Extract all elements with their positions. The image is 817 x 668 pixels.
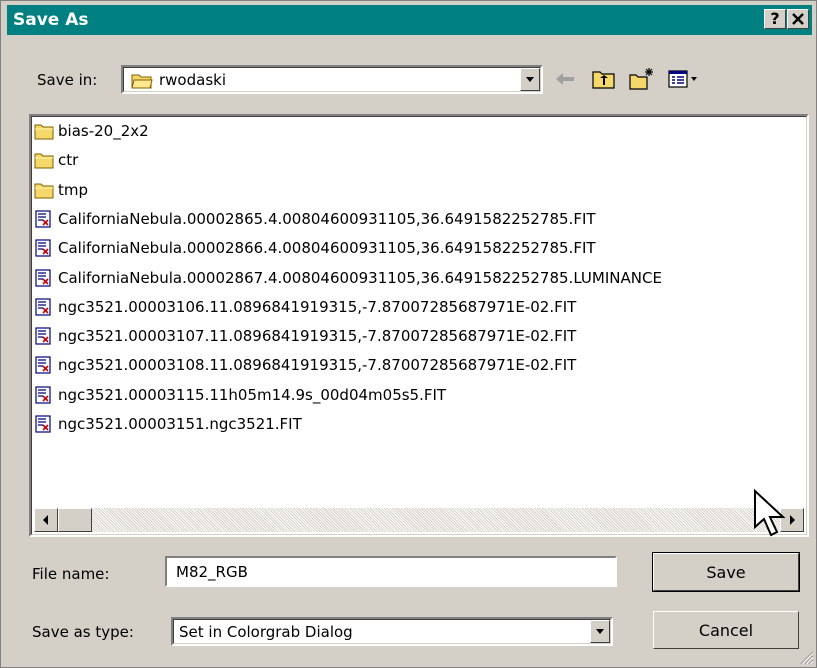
fit-file-icon <box>34 415 54 433</box>
scroll-thumb[interactable] <box>58 508 92 532</box>
up-one-level-button[interactable] <box>590 66 618 92</box>
file-list[interactable]: bias-20_2x2ctr tmp CaliforniaNebula.000028… <box>29 114 809 537</box>
save-as-dialog: Save As ? Save in: rwodaski bias-20_2x2 … <box>0 0 817 668</box>
new-folder-icon <box>629 68 653 90</box>
file-name-text: CaliforniaNebula.00002865.4.008046009311… <box>58 209 596 228</box>
folder-icon <box>34 122 54 140</box>
close-icon <box>792 13 804 25</box>
save-as-type-combo[interactable]: Set in Colorgrab Dialog <box>171 617 613 646</box>
cancel-button-label: Cancel <box>698 621 754 640</box>
save-as-type-label: Save as type: <box>32 623 134 641</box>
file-name-text: bias-20_2x2 <box>58 122 149 140</box>
mouse-cursor-icon <box>754 489 786 537</box>
folder-icon <box>34 181 54 199</box>
fit-file-icon <box>34 239 54 257</box>
new-folder-button[interactable] <box>628 66 656 92</box>
file-name-value: M82_RGB <box>176 563 248 581</box>
file-name-text: CaliforniaNebula.00002866.4.008046009311… <box>58 239 596 258</box>
folder-icon <box>34 151 54 169</box>
save-button-label: Save <box>706 563 746 582</box>
back-button[interactable] <box>552 66 580 92</box>
file-name-text: CaliforniaNebula.00002867.4.008046009311… <box>58 268 662 287</box>
file-name-text: tmp <box>58 180 89 199</box>
file-name-text: ngc3521.00003107.11.0896841919315,-7.870… <box>58 327 577 346</box>
save-in-label: Save in: <box>37 71 98 89</box>
file-name-label: File name: <box>32 565 110 583</box>
fit-file-icon <box>34 356 54 374</box>
file-name-text: ngc3521.00003108.11.0896841919315,-7.870… <box>58 356 577 375</box>
close-button[interactable] <box>787 9 809 29</box>
fit-file-icon <box>34 298 54 316</box>
save-as-type-dropdown-button[interactable] <box>590 620 610 643</box>
resize-grip-icon[interactable] <box>798 649 814 665</box>
fit-file-icon <box>34 210 54 228</box>
help-button[interactable]: ? <box>764 9 786 29</box>
save-as-type-value: Set in Colorgrab Dialog <box>179 623 353 641</box>
view-menu-icon <box>668 70 697 88</box>
file-name-field[interactable]: M82_RGB <box>165 556 617 587</box>
folder-icon <box>131 74 153 89</box>
save-in-value: rwodaski <box>159 71 226 89</box>
file-name-text: ngc3521.00003115.11h05m14.9s_00d04m05s5.… <box>58 385 447 404</box>
scroll-left-button[interactable] <box>34 508 58 532</box>
save-button[interactable]: Save <box>652 552 800 592</box>
save-in-combo[interactable]: rwodaski <box>121 65 543 94</box>
save-in-dropdown-button[interactable] <box>520 68 540 91</box>
fit-file-icon <box>34 268 54 287</box>
window-title: Save As <box>13 10 89 30</box>
fit-file-icon <box>34 386 54 404</box>
cancel-button[interactable]: Cancel <box>653 611 799 649</box>
file-name-text: ngc3521.00003106.11.0896841919315,-7.870… <box>58 297 577 316</box>
fit-file-icon <box>34 327 54 345</box>
horizontal-scrollbar[interactable] <box>34 508 804 532</box>
arrow-left-icon <box>43 515 48 525</box>
view-menu-button[interactable] <box>666 66 702 92</box>
up-one-level-icon <box>592 71 615 89</box>
title-bar[interactable]: Save As ? <box>7 5 812 35</box>
file-name-text: ngc3521.00003151.ngc3521.FIT <box>58 415 302 433</box>
back-arrow-icon <box>556 73 574 85</box>
file-name-text: ctr <box>58 151 79 170</box>
